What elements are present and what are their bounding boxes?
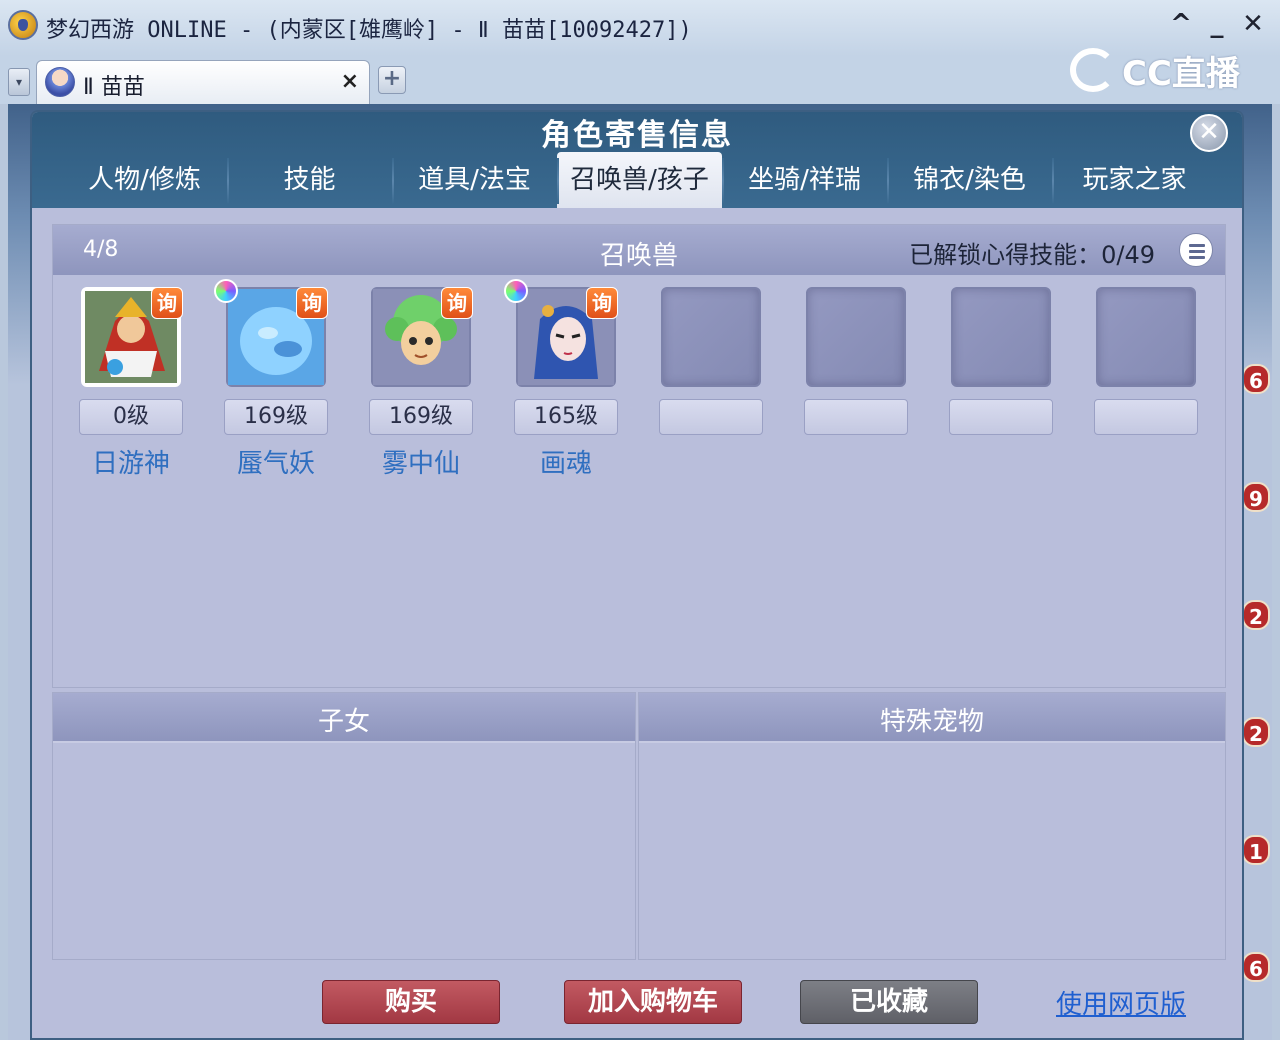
tab-mounts[interactable]: 坐骑/祥瑞 <box>722 152 887 208</box>
tab-character-cultivation[interactable]: 人物/修炼 <box>62 152 227 208</box>
tab-outfits-dye[interactable]: 锦衣/染色 <box>887 152 1052 208</box>
close-window-button[interactable]: ✕ <box>1238 8 1268 40</box>
app-logo-icon <box>8 10 38 40</box>
gem-icon <box>214 279 238 303</box>
tab-summons-children[interactable]: 召唤兽/孩子 <box>557 152 722 208</box>
inquire-icon[interactable]: 询 <box>441 287 473 319</box>
minimize-window-button[interactable]: _ <box>1202 8 1232 40</box>
buy-button[interactable]: 购买 <box>322 980 500 1024</box>
list-menu-button[interactable] <box>1179 233 1213 267</box>
special-pets-panel: 特殊宠物 <box>638 692 1226 960</box>
cc-live-logo: CC直播 <box>1070 48 1240 94</box>
pet-level: 0级 <box>79 399 183 435</box>
side-badge[interactable]: 6 <box>1242 364 1270 394</box>
tab-items-treasures[interactable]: 道具/法宝 <box>392 152 557 208</box>
side-badge[interactable]: 1 <box>1242 835 1270 865</box>
empty-portrait <box>1096 287 1196 387</box>
empty-level <box>1094 399 1198 435</box>
window-title: 梦幻西游 ONLINE - (内蒙区[雄鹰岭] - Ⅱ 苗苗[10092427]… <box>46 18 692 43</box>
favorited-button[interactable]: 已收藏 <box>800 980 978 1024</box>
add-tab-button[interactable]: + <box>378 66 406 94</box>
empty-level <box>804 399 908 435</box>
pet-level: 169级 <box>369 399 473 435</box>
add-to-cart-button[interactable]: 加入购物车 <box>564 980 742 1024</box>
empty-level <box>659 399 763 435</box>
tab-skills[interactable]: 技能 <box>227 152 392 208</box>
pet-name[interactable]: 蜃气妖 <box>214 443 338 480</box>
empty-portrait <box>661 287 761 387</box>
special-pets-panel-title: 特殊宠物 <box>879 707 984 737</box>
gem-icon <box>504 279 528 303</box>
tab-player-home[interactable]: 玩家之家 <box>1052 152 1217 208</box>
cc-logo-text: CC直播 <box>1122 53 1240 94</box>
cc-logo-icon <box>1070 48 1116 92</box>
empty-portrait <box>806 287 906 387</box>
inquire-icon[interactable]: 询 <box>151 287 183 319</box>
consignment-dialog: 角色寄售信息 ✕ 人物/修炼 技能 道具/法宝 召唤兽/孩子 坐骑/祥瑞 锦衣/… <box>30 110 1244 1040</box>
children-panel: 子女 <box>52 692 636 960</box>
summon-panel-header: 4/8 召唤兽 已解锁心得技能：0/49 <box>53 225 1225 275</box>
use-web-version-link[interactable]: 使用网页版 <box>1056 984 1186 1021</box>
empty-portrait <box>951 287 1051 387</box>
character-avatar-icon <box>45 67 75 97</box>
tab-close-icon[interactable]: × <box>341 69 359 94</box>
side-badge[interactable]: 2 <box>1242 600 1270 630</box>
dialog-header: 角色寄售信息 ✕ 人物/修炼 技能 道具/法宝 召唤兽/孩子 坐骑/祥瑞 锦衣/… <box>32 112 1242 208</box>
tab-dropdown-button[interactable]: ▾ <box>8 68 30 96</box>
dialog-title: 角色寄售信息 <box>541 118 733 153</box>
summon-panel: 4/8 召唤兽 已解锁心得技能：0/49 询 0级 日游神 询 169级 蜃气妖… <box>52 224 1226 688</box>
tab-label: Ⅱ 苗苗 <box>83 75 145 100</box>
side-badge[interactable]: 9 <box>1242 482 1270 512</box>
inquire-icon[interactable]: 询 <box>296 287 328 319</box>
skill-unlock-status: 已解锁心得技能：0/49 <box>909 241 1155 269</box>
special-pets-panel-header: 特殊宠物 <box>639 693 1225 743</box>
pet-name[interactable]: 日游神 <box>69 443 193 480</box>
side-badge[interactable]: 2 <box>1242 717 1270 747</box>
tab-character[interactable]: Ⅱ 苗苗 × <box>36 60 370 104</box>
dialog-close-button[interactable]: ✕ <box>1190 114 1228 152</box>
side-badge[interactable]: 6 <box>1242 952 1270 982</box>
pet-level: 169级 <box>224 399 328 435</box>
pet-name[interactable]: 画魂 <box>504 443 628 480</box>
children-panel-header: 子女 <box>53 693 635 743</box>
empty-level <box>949 399 1053 435</box>
children-panel-title: 子女 <box>317 707 370 737</box>
inquire-icon[interactable]: 询 <box>586 287 618 319</box>
collapse-window-button[interactable]: ^ <box>1166 8 1196 40</box>
dialog-tabs: 人物/修炼 技能 道具/法宝 召唤兽/孩子 坐骑/祥瑞 锦衣/染色 玩家之家 <box>62 152 1222 208</box>
pet-level: 165级 <box>514 399 618 435</box>
pet-name[interactable]: 雾中仙 <box>359 443 483 480</box>
